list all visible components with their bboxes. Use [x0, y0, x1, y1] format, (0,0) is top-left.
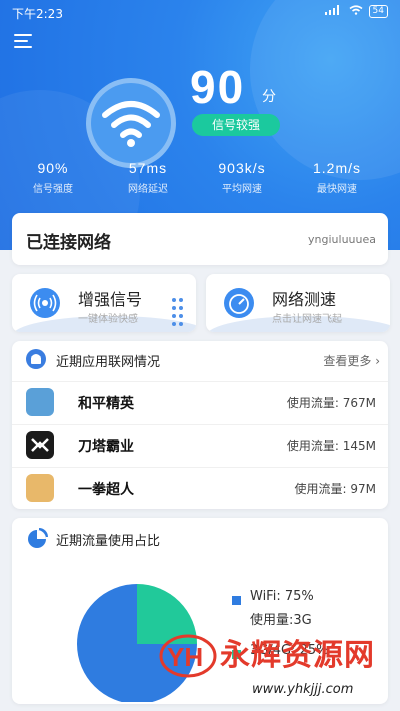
- network-ssid: yngiuluuuea: [308, 233, 376, 246]
- stat-value: 57ms: [128, 160, 168, 176]
- boost-signal-subtitle: 一键体验快感: [78, 314, 138, 325]
- stats-row: 90% 信号强度 57ms 网络延迟 903k/s 平均网速 1.2m/s 最快…: [0, 160, 400, 200]
- app-row[interactable]: 和平精英 使用流量: 767M: [12, 381, 388, 421]
- status-time: 下午2:23: [12, 7, 63, 21]
- stat-signal-strength: 90% 信号强度: [8, 160, 98, 195]
- stat-value: 1.2m/s: [312, 160, 361, 176]
- signal-strength-badge: 信号较强: [192, 114, 280, 136]
- app-row[interactable]: 刀塔霸业 使用流量: 145M: [12, 424, 388, 464]
- stat-label: 网络延迟: [128, 184, 168, 195]
- stat-label: 最快网速: [317, 184, 357, 195]
- battery-icon: 54: [368, 5, 388, 18]
- watermark-logo: YH: [159, 634, 217, 678]
- watermark-text: 永辉资源网: [220, 638, 375, 673]
- score-unit: 分: [262, 89, 276, 105]
- android-icon: [26, 349, 46, 369]
- traffic-share-title: 近期流量使用占比: [56, 534, 161, 549]
- wifi-icon: [86, 78, 176, 168]
- watermark: YH 永辉资源网 www.yhkjjj.com: [158, 626, 388, 706]
- recent-apps-header: 近期应用联网情况 查看更多 ›: [12, 341, 388, 377]
- boost-signal-button[interactable]: 增强信号 一键体验快感: [12, 274, 196, 332]
- status-bar: 下午2:23 54: [0, 0, 400, 24]
- view-more-link[interactable]: 查看更多 ›: [323, 352, 380, 369]
- recent-apps-title: 近期应用联网情况: [56, 355, 161, 370]
- recent-apps-card: 近期应用联网情况 查看更多 › 和平精英 使用流量: 767M 刀塔霸业 使用流…: [12, 341, 388, 509]
- drag-handle-icon: [172, 298, 186, 326]
- app-icon-daota: [26, 431, 54, 459]
- legend-wifi: WiFi: 75%: [250, 589, 314, 604]
- connected-network-title: 已连接网络: [26, 233, 111, 253]
- app-name: 和平精英: [78, 396, 134, 412]
- connected-network-card[interactable]: 已连接网络 yngiuluuuea: [12, 213, 388, 265]
- app-usage: 使用流量: 97M: [294, 482, 377, 496]
- stat-max-speed: 1.2m/s 最快网速: [292, 160, 382, 195]
- app-icon-heping: [26, 388, 54, 416]
- legend-swatch-wifi: [232, 596, 241, 605]
- speed-test-title: 网络测速: [272, 290, 337, 309]
- svg-text:YH: YH: [167, 642, 203, 672]
- app-name: 刀塔霸业: [78, 439, 134, 455]
- stat-label: 信号强度: [33, 184, 73, 195]
- speed-test-button[interactable]: 网络测速 点击让网速飞起: [206, 274, 390, 332]
- status-icons: 54: [324, 5, 388, 18]
- stat-label: 平均网速: [222, 184, 262, 195]
- stat-value: 903k/s: [218, 160, 266, 176]
- cellular-signal-icon: [324, 5, 343, 18]
- signal-boost-icon: [30, 288, 60, 318]
- pie-chart-icon: [28, 528, 48, 548]
- wifi-status-icon: [349, 5, 363, 18]
- signal-score: 90: [190, 61, 246, 113]
- watermark-url: www.yhkjjj.com: [252, 682, 354, 697]
- speed-test-subtitle: 点击让网速飞起: [272, 314, 342, 325]
- stat-average-speed: 903k/s 平均网速: [197, 160, 287, 195]
- stat-latency: 57ms 网络延迟: [103, 160, 193, 195]
- view-more-label: 查看更多: [323, 354, 372, 368]
- app-usage: 使用流量: 145M: [286, 439, 376, 453]
- app-row[interactable]: 一拳超人 使用流量: 97M: [12, 467, 388, 507]
- chevron-right-icon: ›: [371, 354, 380, 368]
- speedometer-icon: [224, 288, 254, 318]
- app-name: 一拳超人: [78, 482, 134, 498]
- boost-signal-title: 增强信号: [78, 290, 143, 309]
- stat-value: 90%: [37, 160, 69, 176]
- menu-icon[interactable]: [14, 34, 36, 50]
- app-usage: 使用流量: 767M: [286, 396, 376, 410]
- app-icon-yiquan: [26, 474, 54, 502]
